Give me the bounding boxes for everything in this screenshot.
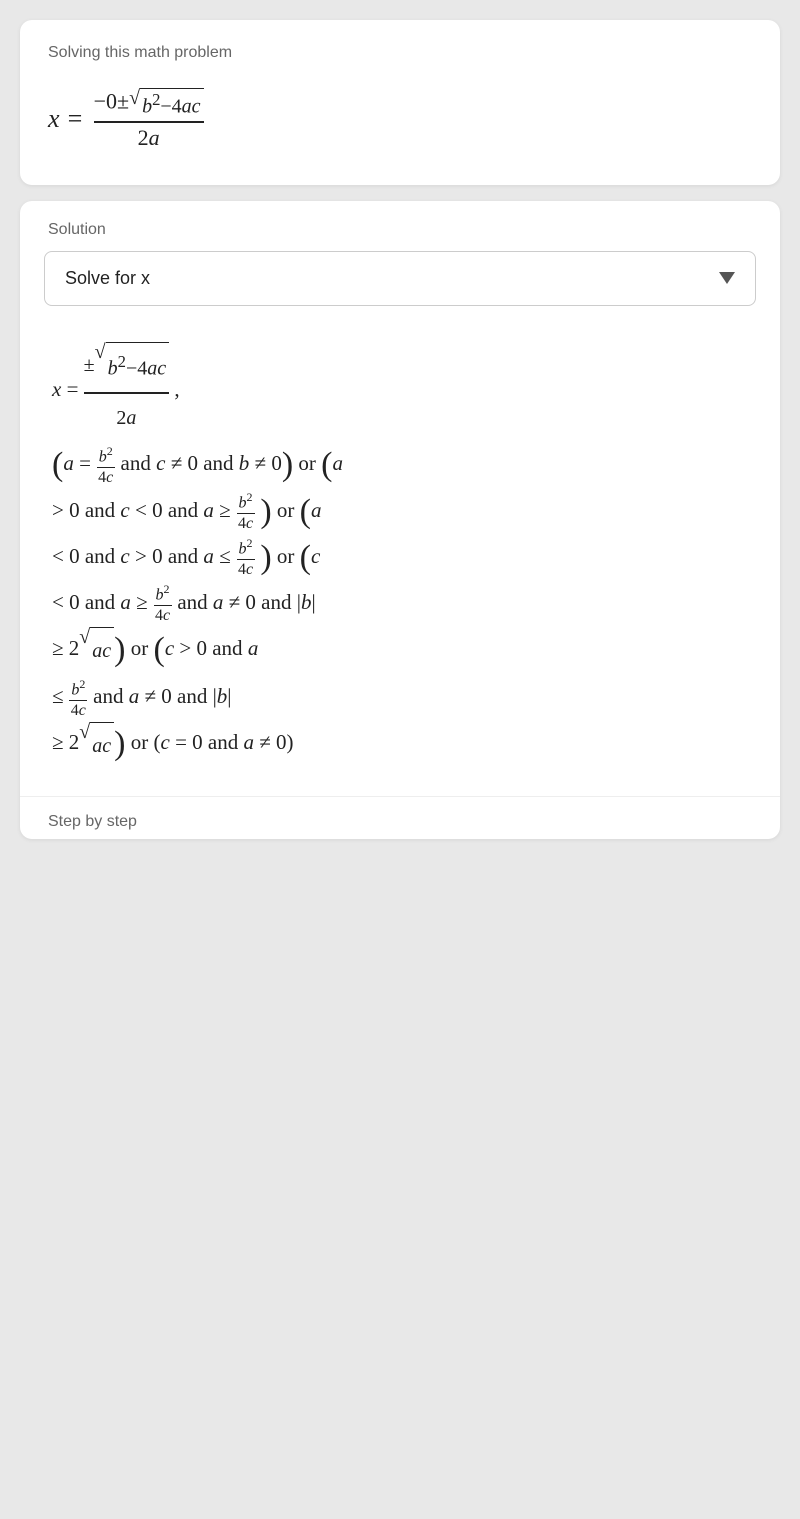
solution-label: Solution xyxy=(20,201,780,251)
solve-for-dropdown[interactable]: Solve for x xyxy=(44,251,756,306)
open-paren-3: ( xyxy=(300,493,311,530)
solution-sqrt-content: b2−4ac xyxy=(106,342,170,391)
frac-num-3: b2 xyxy=(237,537,255,560)
frac-num-4: b2 xyxy=(154,583,172,606)
solve-for-text: Solve for x xyxy=(65,268,150,289)
formula-fraction: −0±√b2−4ac 2a xyxy=(94,88,204,151)
solution-card: Solution Solve for x x = ±√b2−4ac 2a , (… xyxy=(20,201,780,839)
close-paren-1: ) xyxy=(282,447,293,484)
solution-fraction: ±√b2−4ac 2a xyxy=(84,342,169,441)
solution-line-6: ≥ 2√ac) or (c > 0 and a xyxy=(48,625,752,673)
sqrt-ac-content-1: ac xyxy=(90,627,114,673)
sqrt-ac-1: √ac xyxy=(79,627,114,673)
chevron-down-icon xyxy=(719,272,735,284)
solution-line-3: > 0 and c < 0 and a ≥ b2 4c ) or (a xyxy=(48,487,752,533)
frac-num-1: b2 xyxy=(97,445,115,468)
solution-line-4: < 0 and c > 0 and a ≤ b2 4c ) or (c xyxy=(48,533,752,579)
sqrt-content: b2−4ac xyxy=(140,88,204,119)
b2-4c-fraction-4: b2 4c xyxy=(153,583,172,625)
step-by-step-label[interactable]: Step by step xyxy=(20,796,780,839)
problem-card: Solving this math problem x = −0±√b2−4ac… xyxy=(20,20,780,185)
sqrt-ac-2: √ac xyxy=(79,722,114,768)
sqrt-symbol-2: √ xyxy=(95,342,106,362)
solution-line-5: < 0 and a ≥ b2 4c and a ≠ 0 and |b| xyxy=(48,579,752,625)
solution-line-7: ≤ b2 4c and a ≠ 0 and |b| xyxy=(48,673,752,719)
sqrt-b2-4ac: √b2−4ac xyxy=(129,88,203,119)
solution-sqrt: √b2−4ac xyxy=(95,342,169,391)
close-paren-4: ) xyxy=(114,631,125,668)
formula-numerator: −0±√b2−4ac xyxy=(94,88,204,123)
open-paren-4: ( xyxy=(300,539,311,576)
problem-label: Solving this math problem xyxy=(48,44,752,62)
sqrt-ac-content-2: ac xyxy=(90,722,114,768)
solution-denominator: 2a xyxy=(116,394,136,440)
open-paren-1: ( xyxy=(52,447,63,484)
formula-lhs: x = xyxy=(48,104,84,134)
open-paren-5: ( xyxy=(153,631,164,668)
close-paren-5: ) xyxy=(114,726,125,763)
close-paren-3: ) xyxy=(260,539,271,576)
solution-line-1: x = ±√b2−4ac 2a , xyxy=(48,342,752,441)
open-paren-2: ( xyxy=(321,447,332,484)
frac-den-2: 4c xyxy=(236,514,255,533)
formula-denominator: 2a xyxy=(138,123,160,151)
b2-4c-fraction-2: b2 4c xyxy=(236,491,255,533)
solution-line-2: (a = b2 4c and c ≠ 0 and b ≠ 0) or (a xyxy=(48,440,752,486)
b2-4c-fraction-5: b2 4c xyxy=(69,678,88,720)
frac-num-5: b2 xyxy=(69,678,87,701)
frac-den-5: 4c xyxy=(69,701,88,720)
solution-numerator: ±√b2−4ac xyxy=(84,342,169,395)
close-paren-2: ) xyxy=(260,493,271,530)
b2-4c-fraction-3: b2 4c xyxy=(236,537,255,579)
frac-den-3: 4c xyxy=(236,560,255,579)
frac-num-2: b2 xyxy=(237,491,255,514)
sqrt-symbol-3: √ xyxy=(79,627,90,647)
sqrt-symbol: √ xyxy=(129,88,140,108)
frac-den-1: 4c xyxy=(96,468,115,487)
solution-line-8: ≥ 2√ac) or (c = 0 and a ≠ 0) xyxy=(48,719,752,767)
sqrt-symbol-4: √ xyxy=(79,722,90,742)
formula-display: x = −0±√b2−4ac 2a xyxy=(48,78,752,161)
b2-4c-fraction-1: b2 4c xyxy=(96,445,115,487)
solution-math-content: x = ±√b2−4ac 2a , (a = b2 4c and c ≠ 0 a… xyxy=(20,326,780,796)
frac-den-4: 4c xyxy=(153,606,172,625)
